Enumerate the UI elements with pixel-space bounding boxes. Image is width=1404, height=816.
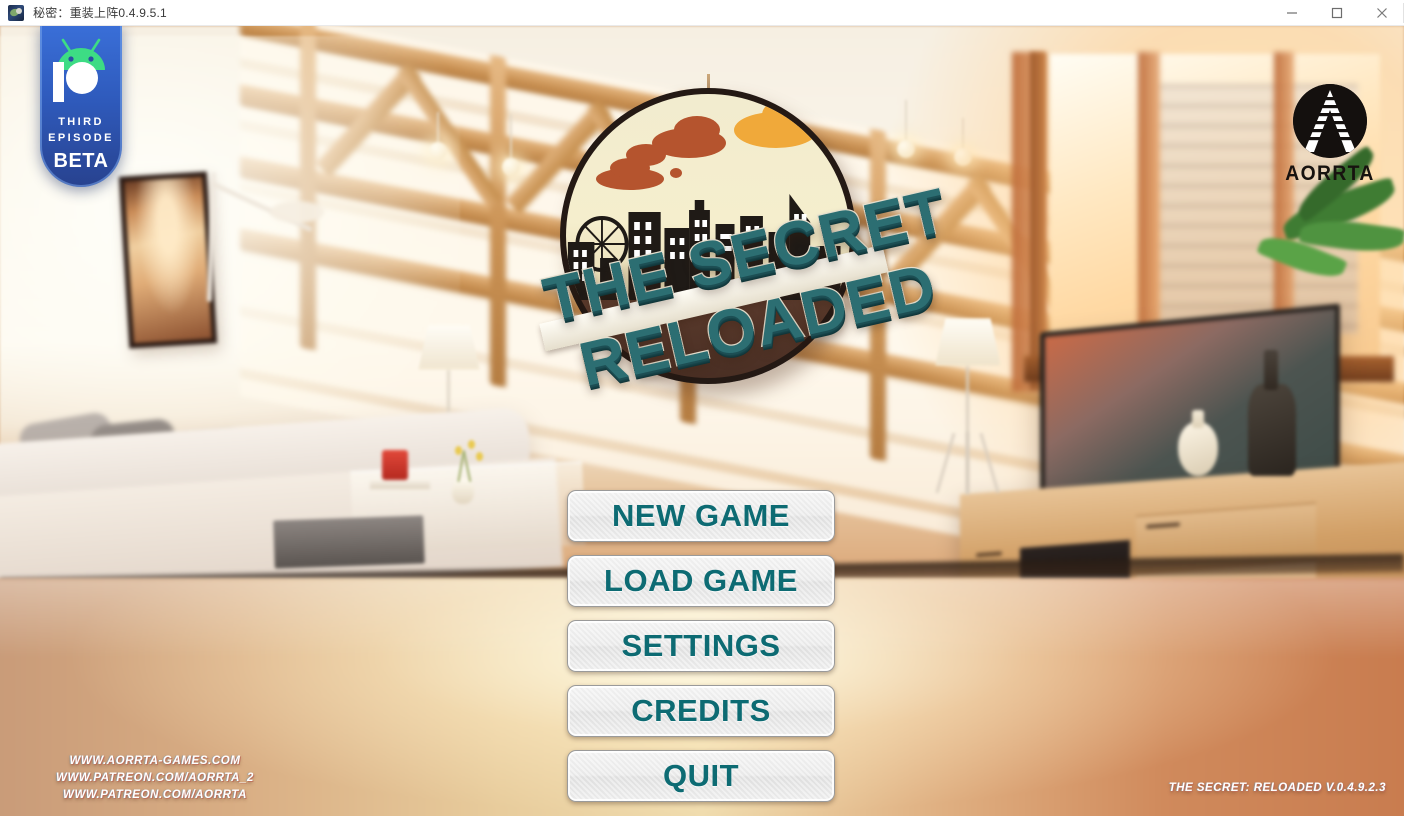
dark-bottle-vase <box>1248 384 1296 476</box>
new-game-button[interactable]: NEW GAME <box>567 490 835 542</box>
logo-cloud <box>674 116 720 144</box>
settings-button[interactable]: SETTINGS <box>567 620 835 672</box>
ceiling-bulb <box>502 158 520 176</box>
window-title-bar: 秘密：重装上阵0.4.9.5.1 <box>0 0 1404 26</box>
maximize-button[interactable] <box>1314 0 1359 26</box>
aorrta-circle-mark <box>1293 84 1367 158</box>
floor-lamp <box>935 318 1001 366</box>
game-main-menu-screen: THIRD EPISODE BETA AORRTA THE SECRET REL… <box>0 26 1404 816</box>
credits-button[interactable]: CREDITS <box>567 685 835 737</box>
logo-cloud <box>670 168 682 178</box>
beta-episode-badge: THIRD EPISODE BETA <box>40 26 122 187</box>
logo-cloud <box>762 98 814 132</box>
patreon-link-2[interactable]: WWW.PATREON.COM/AORRTA_2 <box>0 770 310 787</box>
patreon-p-icon <box>51 60 99 104</box>
studio-logo: AORRTA <box>1280 84 1380 186</box>
wall-portrait-frame <box>118 171 218 349</box>
application-window: 秘密：重装上阵0.4.9.5.1 THIRD EPISODE BETA AORR… <box>0 0 1404 816</box>
red-cup <box>382 450 408 480</box>
quit-button[interactable]: QUIT <box>567 750 835 802</box>
window-controls <box>1269 0 1404 26</box>
game-title-logo: THE SECRET RELOADED <box>520 74 955 401</box>
badge-line-3: BETA <box>53 150 109 172</box>
logo-cloud <box>610 158 650 178</box>
footer-links: WWW.AORRTA-GAMES.COM WWW.PATREON.COM/AOR… <box>0 753 310 804</box>
game-app-icon <box>8 4 24 21</box>
table-lamp <box>418 324 480 370</box>
grey-device <box>273 515 425 569</box>
close-button[interactable] <box>1359 0 1404 26</box>
minimize-button[interactable] <box>1269 0 1314 26</box>
badge-line-1: THIRD <box>58 116 104 128</box>
main-menu: NEW GAME LOAD GAME SETTINGS CREDITS QUIT <box>567 490 835 815</box>
website-link[interactable]: WWW.AORRTA-GAMES.COM <box>0 753 310 770</box>
flower-vase <box>452 478 474 504</box>
badge-line-2: EPISODE <box>48 132 114 144</box>
patreon-link[interactable]: WWW.PATREON.COM/AORRTA <box>0 787 310 804</box>
wall-lamp-shade <box>270 201 324 223</box>
load-game-button[interactable]: LOAD GAME <box>567 555 835 607</box>
studio-name: AORRTA <box>1285 162 1375 185</box>
white-vase <box>1178 422 1218 476</box>
version-label: THE SECRET: RELOADED V.0.4.9.2.3 <box>1168 782 1386 794</box>
window-title: 秘密：重装上阵0.4.9.5.1 <box>33 6 167 20</box>
